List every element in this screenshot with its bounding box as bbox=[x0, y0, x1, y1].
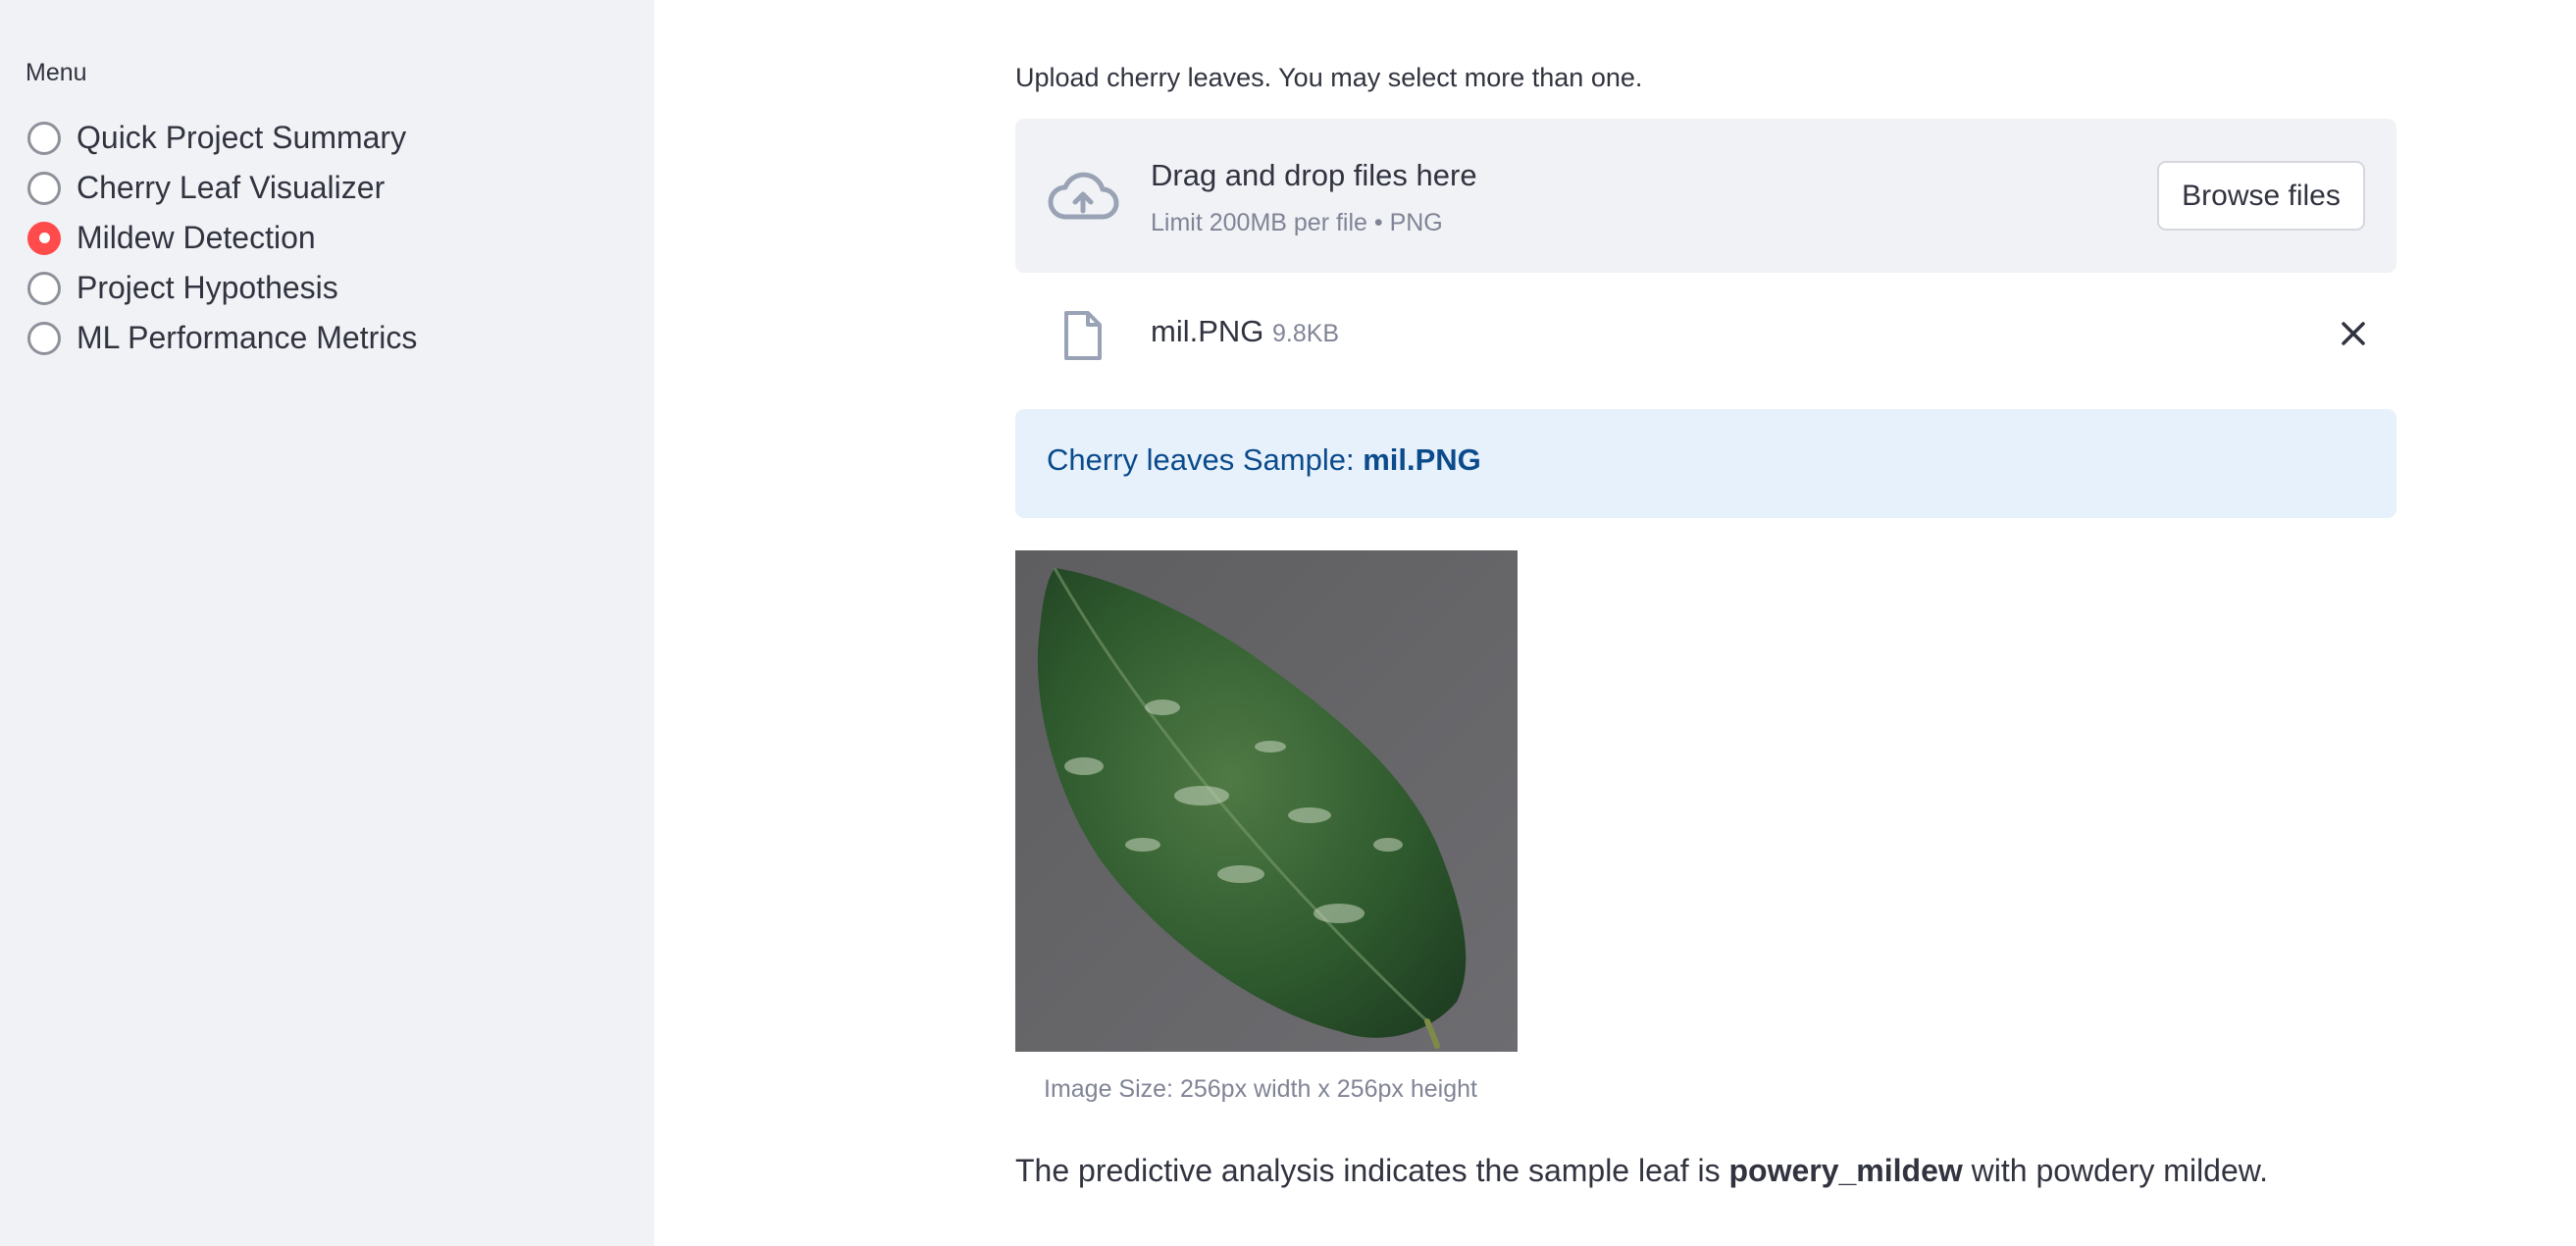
menu-item-cherry-leaf-visualizer[interactable]: Cherry Leaf Visualizer bbox=[27, 163, 417, 213]
prediction-text: The predictive analysis indicates the sa… bbox=[1015, 1153, 2268, 1189]
uploaded-file-size: 9.8KB bbox=[1272, 320, 1340, 347]
file-dropzone[interactable]: Drag and drop files here Limit 200MB per… bbox=[1015, 119, 2396, 273]
upload-label: Upload cherry leaves. You may select mor… bbox=[1015, 63, 1643, 92]
info-prefix: Cherry leaves Sample: bbox=[1047, 442, 1364, 477]
menu-radio-group: Quick Project Summary Cherry Leaf Visual… bbox=[27, 113, 417, 363]
main-content: Upload cherry leaves. You may select mor… bbox=[1015, 0, 2397, 1246]
uploaded-file-name: mil.PNG bbox=[1151, 314, 1264, 348]
radio-unchecked-icon[interactable] bbox=[27, 321, 61, 355]
menu-label: Menu bbox=[26, 59, 87, 86]
image-caption: Image Size: 256px width x 256px height bbox=[1044, 1075, 1477, 1103]
menu-item-label: Project Hypothesis bbox=[77, 270, 338, 305]
sidebar: Menu Quick Project Summary Cherry Leaf V… bbox=[0, 0, 654, 1246]
prediction-suffix: with powdery mildew. bbox=[1962, 1153, 2268, 1188]
menu-item-project-hypothesis[interactable]: Project Hypothesis bbox=[27, 263, 417, 313]
menu-item-label: Quick Project Summary bbox=[77, 120, 407, 155]
radio-checked-icon[interactable] bbox=[27, 221, 61, 255]
info-filename: mil.PNG bbox=[1363, 442, 1481, 477]
prediction-prefix: The predictive analysis indicates the sa… bbox=[1015, 1153, 1729, 1188]
file-icon bbox=[1064, 311, 1102, 360]
radio-unchecked-icon[interactable] bbox=[27, 171, 61, 205]
dropzone-title: Drag and drop files here bbox=[1151, 158, 1477, 192]
browse-files-button[interactable]: Browse files bbox=[2157, 161, 2365, 231]
leaf-sample-image bbox=[1015, 550, 1518, 1052]
info-alert: Cherry leaves Sample: mil.PNG bbox=[1015, 409, 2396, 518]
menu-item-label: Mildew Detection bbox=[77, 220, 316, 255]
app-root: Menu Quick Project Summary Cherry Leaf V… bbox=[0, 0, 2576, 1246]
menu-item-label: ML Performance Metrics bbox=[77, 320, 418, 355]
menu-item-quick-project-summary[interactable]: Quick Project Summary bbox=[27, 113, 417, 163]
menu-item-label: Cherry Leaf Visualizer bbox=[77, 170, 386, 205]
cloud-upload-icon bbox=[1048, 172, 1119, 220]
prediction-result: powery_mildew bbox=[1728, 1153, 1963, 1188]
menu-item-mildew-detection[interactable]: Mildew Detection bbox=[27, 213, 417, 263]
close-icon[interactable] bbox=[2332, 312, 2375, 355]
uploaded-file-row: mil.PNG 9.8KB bbox=[1015, 285, 2396, 383]
radio-unchecked-icon[interactable] bbox=[27, 271, 61, 305]
dropzone-limit: Limit 200MB per file • PNG bbox=[1151, 209, 1443, 236]
radio-unchecked-icon[interactable] bbox=[27, 121, 61, 155]
menu-item-ml-performance-metrics[interactable]: ML Performance Metrics bbox=[27, 313, 417, 363]
